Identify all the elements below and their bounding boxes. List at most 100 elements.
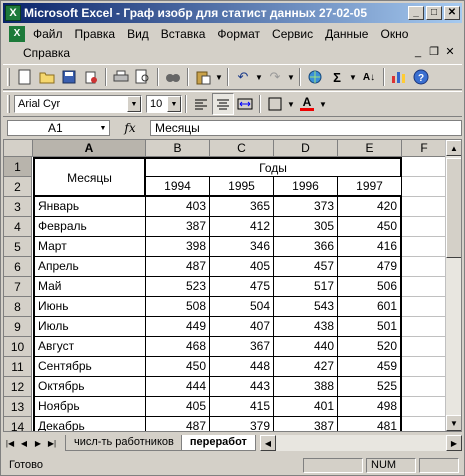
month-cell[interactable]: Июль [33,317,146,337]
research-icon[interactable] [162,66,184,88]
month-cell[interactable]: Сентябрь [33,357,146,377]
menu-view[interactable]: Вид [121,27,155,41]
years-header-cell[interactable]: Годы [146,157,402,177]
value-cell[interactable]: 443 [210,377,274,397]
row-header[interactable]: 4 [4,217,32,237]
month-cell[interactable]: Июнь [33,297,146,317]
row-header[interactable]: 6 [4,257,32,277]
row-header[interactable]: 7 [4,277,32,297]
menu-edit[interactable]: Правка [69,27,122,41]
font-name-select[interactable]: Arial Cyr ▼ [14,95,142,113]
permission-icon[interactable] [80,66,102,88]
paste-icon[interactable] [192,66,214,88]
column-header[interactable]: F [402,140,447,157]
redo-dropdown-icon[interactable]: ▼ [286,66,296,88]
row-header[interactable]: 11 [4,357,32,377]
menu-insert[interactable]: Вставка [155,27,212,41]
workbook-icon[interactable]: X [9,25,25,42]
toolbar-grip[interactable] [7,95,10,113]
scroll-thumb[interactable] [446,158,461,258]
value-cell[interactable]: 525 [338,377,402,397]
year-header-cell[interactable]: 1994 [146,177,210,197]
row-header[interactable]: 9 [4,317,32,337]
prev-sheet-icon[interactable]: ◀ [17,436,31,450]
value-cell[interactable]: 475 [210,277,274,297]
column-header[interactable]: E [338,140,402,157]
menu-tools[interactable]: Сервис [266,27,319,41]
value-cell[interactable]: 517 [274,277,338,297]
empty-cell[interactable] [402,357,447,377]
autosum-icon[interactable]: Σ [326,66,348,88]
year-header-cell[interactable]: 1997 [338,177,402,197]
row-header[interactable]: 3 [4,197,32,217]
empty-cell[interactable] [402,397,447,417]
print-icon[interactable] [110,66,132,88]
font-color-dropdown-icon[interactable]: ▼ [318,93,328,115]
value-cell[interactable]: 506 [338,277,402,297]
value-cell[interactable]: 543 [274,297,338,317]
value-cell[interactable]: 601 [338,297,402,317]
menu-file[interactable]: Файл [27,27,69,41]
last-sheet-icon[interactable]: ▶| [45,436,59,450]
month-cell[interactable]: Май [33,277,146,297]
vertical-scrollbar[interactable]: ▲ ▼ [445,140,461,431]
month-cell[interactable]: Март [33,237,146,257]
row-header[interactable]: 5 [4,237,32,257]
close-button[interactable]: ✕ [444,6,460,20]
value-cell[interactable]: 412 [210,217,274,237]
value-cell[interactable]: 407 [210,317,274,337]
toolbar-grip[interactable] [7,68,10,86]
borders-dropdown-icon[interactable]: ▼ [286,93,296,115]
empty-cell[interactable] [402,317,447,337]
save-icon[interactable] [58,66,80,88]
undo-dropdown-icon[interactable]: ▼ [254,66,264,88]
empty-cell[interactable] [402,297,447,317]
spreadsheet-grid[interactable]: ABCDEF123456789101112131415МесяцыГоды199… [3,139,462,432]
borders-icon[interactable] [264,93,286,115]
fx-icon[interactable]: fx [110,121,150,135]
doc-restore-button[interactable]: ❐ [426,44,442,60]
value-cell[interactable]: 487 [146,417,210,431]
hyperlink-icon[interactable] [304,66,326,88]
value-cell[interactable]: 365 [210,197,274,217]
value-cell[interactable]: 415 [210,397,274,417]
select-all-corner[interactable] [4,140,33,157]
month-cell[interactable]: Апрель [33,257,146,277]
month-cell[interactable]: Октябрь [33,377,146,397]
sort-ascending-icon[interactable]: A↓ [358,66,380,88]
value-cell[interactable]: 508 [146,297,210,317]
month-cell[interactable]: Февраль [33,217,146,237]
chevron-down-icon[interactable]: ▼ [97,121,109,135]
value-cell[interactable]: 367 [210,337,274,357]
row-header[interactable]: 10 [4,337,32,357]
value-cell[interactable]: 444 [146,377,210,397]
chart-wizard-icon[interactable] [388,66,410,88]
scroll-right-icon[interactable]: ▶ [446,435,462,451]
font-size-select[interactable]: 10 ▼ [146,95,182,113]
align-center-icon[interactable] [212,93,234,115]
doc-close-button[interactable]: ✕ [442,44,458,60]
autosum-dropdown-icon[interactable]: ▼ [348,66,358,88]
menu-window[interactable]: Окно [374,27,414,41]
paste-dropdown-icon[interactable]: ▼ [214,66,224,88]
horizontal-scrollbar[interactable]: ◀ ▶ [259,435,462,451]
menu-format[interactable]: Формат [211,27,266,41]
value-cell[interactable]: 420 [338,197,402,217]
font-color-icon[interactable]: A [296,93,318,115]
empty-cell[interactable] [402,377,447,397]
value-cell[interactable]: 459 [338,357,402,377]
column-header[interactable]: C [210,140,274,157]
month-header-cell[interactable]: Месяцы [33,157,146,197]
menu-help[interactable]: Справка [17,46,76,60]
name-box[interactable]: A1 ▼ [7,120,110,136]
value-cell[interactable]: 398 [146,237,210,257]
scroll-left-icon[interactable]: ◀ [259,435,276,451]
chevron-down-icon[interactable]: ▼ [127,96,141,112]
excel-icon[interactable]: X [5,5,21,21]
value-cell[interactable]: 468 [146,337,210,357]
help-icon[interactable]: ? [410,66,432,88]
month-cell[interactable]: Ноябрь [33,397,146,417]
sheet-tab-active[interactable]: переработ [180,435,256,451]
value-cell[interactable]: 520 [338,337,402,357]
value-cell[interactable]: 373 [274,197,338,217]
